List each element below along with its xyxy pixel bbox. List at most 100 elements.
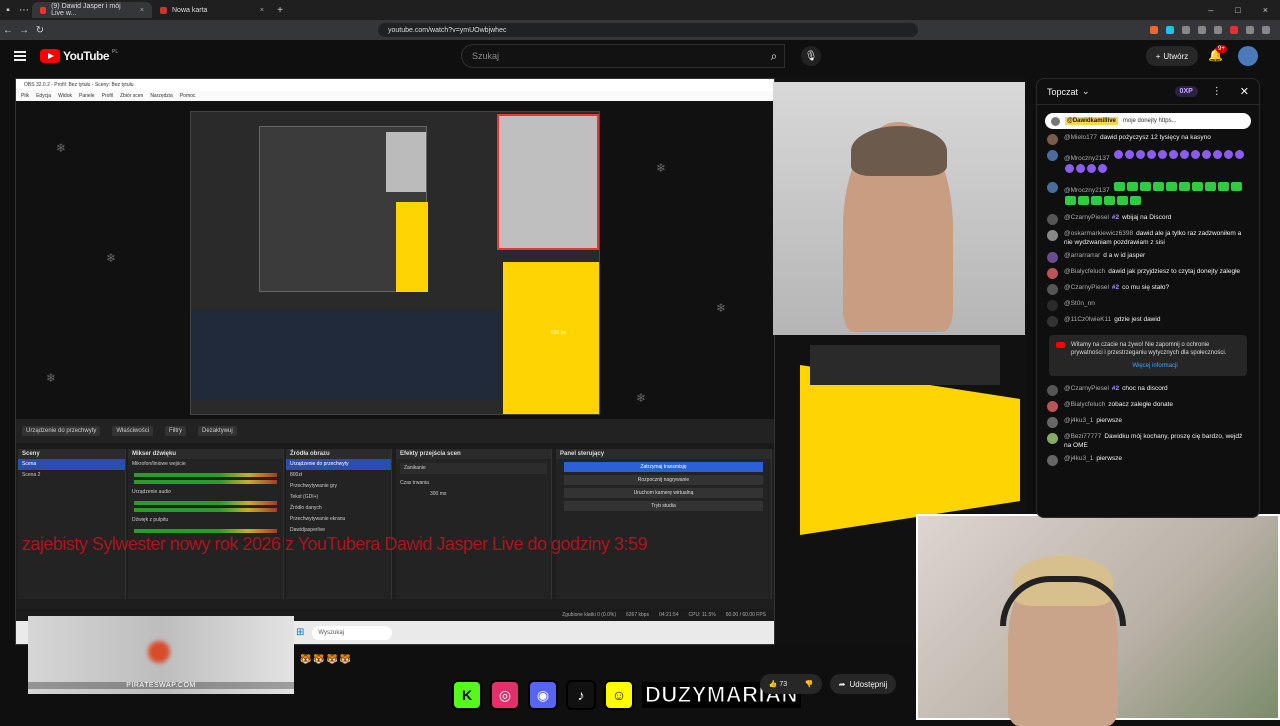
message-author[interactable]: @Mielo177 xyxy=(1064,134,1097,141)
source-item[interactable]: Źródło danych xyxy=(286,503,391,514)
stop-stream-button[interactable]: Zatrzymaj transmisję xyxy=(564,462,763,472)
avatar[interactable] xyxy=(1047,300,1058,311)
message-author[interactable]: @Bialycfeluch xyxy=(1064,268,1105,275)
deactivate-button[interactable]: Dezaktywuj xyxy=(198,426,237,436)
reload-icon[interactable]: ↻ xyxy=(32,25,48,36)
avatar[interactable] xyxy=(1047,316,1058,327)
tab-youtube[interactable]: (9) Dawid Jasper i mój Live w... × xyxy=(32,2,152,18)
search-input[interactable]: Szukaj xyxy=(461,44,785,68)
chat-message[interactable]: @Mielo177 dawid pożyczysz 12 tysięcy na k… xyxy=(1037,131,1259,147)
message-author[interactable]: @j4ku3_1 xyxy=(1064,455,1093,462)
tab-new[interactable]: Nowa karta × xyxy=(152,2,272,18)
chat-message[interactable]: @Bialycfeluch dawid jak przyjdziesz to cz… xyxy=(1037,265,1259,281)
close-tab-icon[interactable]: × xyxy=(140,7,144,14)
message-author[interactable]: @11Cz0lwieK11 xyxy=(1064,316,1111,323)
url-field[interactable]: youtube.com/watch?v=ymUOwbjwhec xyxy=(378,23,918,37)
properties-button[interactable]: Właściwości xyxy=(112,426,154,436)
share-button[interactable]: ➦ Udostępnij xyxy=(830,674,896,694)
maximize-icon[interactable]: □ xyxy=(1235,5,1240,15)
avatar[interactable] xyxy=(1047,214,1058,225)
source-item[interactable]: Przechwytywanie ekranu xyxy=(286,514,391,525)
scene-item[interactable]: Scena xyxy=(18,459,125,470)
chat-message[interactable]: @Mroczny2137 xyxy=(1037,179,1259,211)
message-author[interactable]: @CzarnyPiesel xyxy=(1064,284,1109,291)
scene-item[interactable]: Scena 2 xyxy=(18,470,125,481)
selected-camera-source[interactable] xyxy=(497,114,599,250)
message-author[interactable]: @oskarmarkiewicz6398 xyxy=(1064,230,1133,237)
virtual-camera-button[interactable]: Uruchom kamerę wirtualną xyxy=(564,488,763,498)
close-tab-icon[interactable]: × xyxy=(260,7,264,14)
avatar[interactable] xyxy=(1047,455,1058,466)
forward-icon[interactable]: → xyxy=(16,25,32,36)
duration-input[interactable]: 300 ms xyxy=(426,489,551,500)
avatar[interactable] xyxy=(1047,182,1058,193)
extension-icon[interactable] xyxy=(1182,26,1190,34)
new-tab-plus-icon[interactable]: + xyxy=(272,5,288,16)
browser-menu-icon[interactable]: ▪ xyxy=(0,5,16,16)
avatar[interactable] xyxy=(1047,284,1058,295)
chat-message[interactable]: @CzarnyPiesel #2 choc na discord xyxy=(1037,382,1259,398)
chat-mode-dropdown[interactable]: Topczat xyxy=(1047,87,1078,97)
source-item[interactable]: Przechwytywanie gry xyxy=(286,481,391,492)
create-button[interactable]: + Utwórz xyxy=(1146,46,1198,66)
message-author[interactable]: @Mroczny2137 xyxy=(1064,155,1110,162)
more-options-icon[interactable]: ⋮ xyxy=(1212,86,1222,97)
microphone-icon[interactable]: 🎙 xyxy=(801,46,821,66)
message-author[interactable]: @Bezi77777 xyxy=(1064,433,1101,440)
thumbs-up-icon[interactable]: 👍 73 xyxy=(769,680,787,688)
message-author[interactable]: @Mroczny2137 xyxy=(1064,187,1110,194)
extension-icon[interactable] xyxy=(1214,26,1222,34)
chat-message[interactable]: @j4ku3_1 pierwsze xyxy=(1037,414,1259,430)
like-dislike-group[interactable]: 👍 73 👎 xyxy=(760,674,822,694)
account-avatar[interactable] xyxy=(1238,46,1258,66)
filters-button[interactable]: Filtry xyxy=(165,426,187,436)
message-author[interactable]: @CzarnyPiesel xyxy=(1064,214,1109,221)
tab-actions-icon[interactable]: ⋯ xyxy=(16,5,32,16)
chat-message[interactable]: @St0n_nn xyxy=(1037,297,1259,313)
transition-select[interactable]: Zanikanie xyxy=(400,463,547,474)
taskbar-search[interactable]: Wyszukaj xyxy=(312,625,393,640)
avatar[interactable] xyxy=(1047,268,1058,279)
extension-icon[interactable] xyxy=(1198,26,1206,34)
pinned-message[interactable]: @Dawidkamillive moje donejty https... xyxy=(1045,113,1251,129)
avatar[interactable] xyxy=(1047,150,1058,161)
chat-message[interactable]: @Bialycfeluch zobacz zaległe donate xyxy=(1037,398,1259,414)
chat-message[interactable]: @j4ku3_1 pierwsze xyxy=(1037,452,1259,468)
chat-message[interactable]: @CzarnyPiesel #2 co mu się stało? xyxy=(1037,281,1259,297)
close-icon[interactable]: ✕ xyxy=(1240,85,1249,98)
message-author[interactable]: @St0n_nn xyxy=(1064,300,1095,307)
search-icon[interactable]: ⌕ xyxy=(760,44,788,68)
extension-icon[interactable] xyxy=(1230,26,1238,34)
source-item[interactable]: Urządzenie do przechwyty xyxy=(286,459,391,470)
close-window-icon[interactable]: × xyxy=(1263,5,1268,15)
extension-icon[interactable] xyxy=(1166,26,1174,34)
chat-message[interactable]: @Mroczny2137 xyxy=(1037,147,1259,179)
studio-mode-button[interactable]: Tryb studia xyxy=(564,501,763,511)
avatar[interactable] xyxy=(1047,401,1058,412)
avatar[interactable] xyxy=(1047,385,1058,396)
chat-message[interactable]: @arrarrarrar d a w id jasper xyxy=(1037,249,1259,265)
message-author[interactable]: @j4ku3_1 xyxy=(1064,417,1093,424)
chevron-down-icon[interactable]: ⌄ xyxy=(1082,86,1090,97)
windows-start-icon[interactable]: ⊞ xyxy=(296,627,304,638)
extension-icon[interactable] xyxy=(1150,26,1158,34)
avatar[interactable] xyxy=(1047,134,1058,145)
minimize-icon[interactable]: – xyxy=(1208,5,1213,15)
message-author[interactable]: @CzarnyPiesel xyxy=(1064,385,1109,392)
youtube-logo[interactable]: YouTube PL xyxy=(40,49,118,63)
xp-badge[interactable]: 0XP xyxy=(1174,86,1198,97)
profile-icon[interactable] xyxy=(1246,26,1254,34)
chat-message[interactable]: @CzarnyPiesel #2 wbijaj na Discord xyxy=(1037,211,1259,227)
message-author[interactable]: @arrarrarrar xyxy=(1064,252,1100,259)
chat-message[interactable]: @oskarmarkiewicz6398 dawid ale ja tylko r… xyxy=(1037,227,1259,249)
avatar[interactable] xyxy=(1047,417,1058,428)
avatar[interactable] xyxy=(1047,230,1058,241)
hamburger-menu-icon[interactable] xyxy=(14,51,26,61)
avatar[interactable] xyxy=(1047,252,1058,263)
avatar[interactable] xyxy=(1047,433,1058,444)
source-item[interactable]: Tekst (GDI+) xyxy=(286,492,391,503)
start-recording-button[interactable]: Rozpocznij nagrywanie xyxy=(564,475,763,485)
browser-menu-dots-icon[interactable] xyxy=(1262,26,1270,34)
chat-message[interactable]: @11Cz0lwieK11 gdzie jest dawid xyxy=(1037,313,1259,329)
chat-message[interactable]: @Bezi77777 Dawidku mój kochany, proszę ci… xyxy=(1037,430,1259,452)
